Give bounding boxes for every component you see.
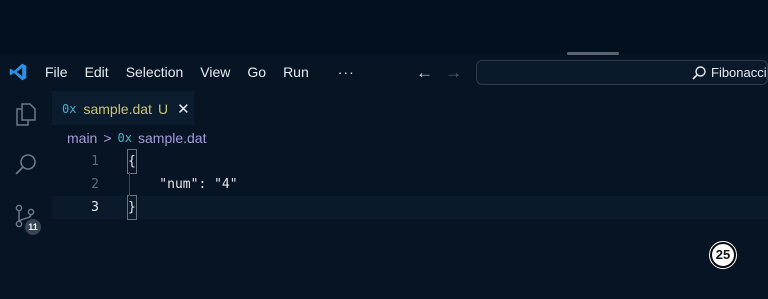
line-number: 2 (91, 177, 99, 192)
drag-handle[interactable] (567, 52, 619, 55)
code-text[interactable]: { (127, 149, 137, 174)
tab-file-name: sample.dat (83, 100, 152, 117)
menu-bar: File Edit Selection View Go Run ··· (45, 64, 372, 80)
search-text: Fibonacci (711, 65, 767, 80)
menu-more-button[interactable]: ··· (338, 64, 355, 80)
top-strip (0, 0, 768, 54)
line-number: 1 (91, 154, 99, 169)
command-search-box[interactable]: Fibonacci (476, 60, 768, 85)
menu-edit[interactable]: Edit (85, 64, 109, 80)
menu-selection[interactable]: Selection (126, 64, 184, 80)
code-line-current[interactable]: 3 } (52, 195, 768, 220)
menu-go[interactable]: Go (247, 64, 266, 80)
untracked-status: U (157, 100, 169, 117)
breadcrumb: main > 0x sample.dat (67, 130, 206, 146)
navigation-arrows: ← → (416, 63, 462, 83)
code-line[interactable]: 1 { (52, 149, 768, 174)
tab-sample-dat[interactable]: 0x sample.dat U ✕ (52, 91, 194, 125)
code-text[interactable]: } (127, 195, 137, 220)
menu-file[interactable]: File (45, 64, 68, 80)
menu-view[interactable]: View (200, 64, 230, 80)
back-arrow-icon[interactable]: ← (416, 63, 433, 83)
breadcrumb-file[interactable]: sample.dat (138, 130, 206, 146)
code-line[interactable]: 2 "num": "4" (52, 173, 768, 196)
hex-file-icon: 0x (117, 131, 132, 145)
step-number-badge: 25 (709, 241, 737, 269)
forward-arrow-icon[interactable]: → (445, 63, 462, 83)
menu-run[interactable]: Run (283, 64, 309, 80)
indent-guide (129, 172, 130, 196)
search-icon (692, 66, 706, 80)
code-editor[interactable]: 1 { 2 "num": "4" 3 } (52, 149, 768, 230)
close-icon[interactable]: ✕ (177, 100, 190, 118)
explorer-files-icon[interactable] (13, 101, 39, 127)
code-text[interactable]: "num": "4" (128, 173, 237, 196)
search-sidebar-icon[interactable] (13, 152, 39, 178)
line-number: 3 (91, 200, 99, 215)
breadcrumb-root[interactable]: main (67, 130, 97, 146)
hex-file-icon: 0x (62, 101, 77, 116)
vscode-logo-icon (9, 63, 27, 81)
source-control-badge: 11 (25, 219, 41, 235)
breadcrumb-separator-icon: > (103, 130, 112, 146)
